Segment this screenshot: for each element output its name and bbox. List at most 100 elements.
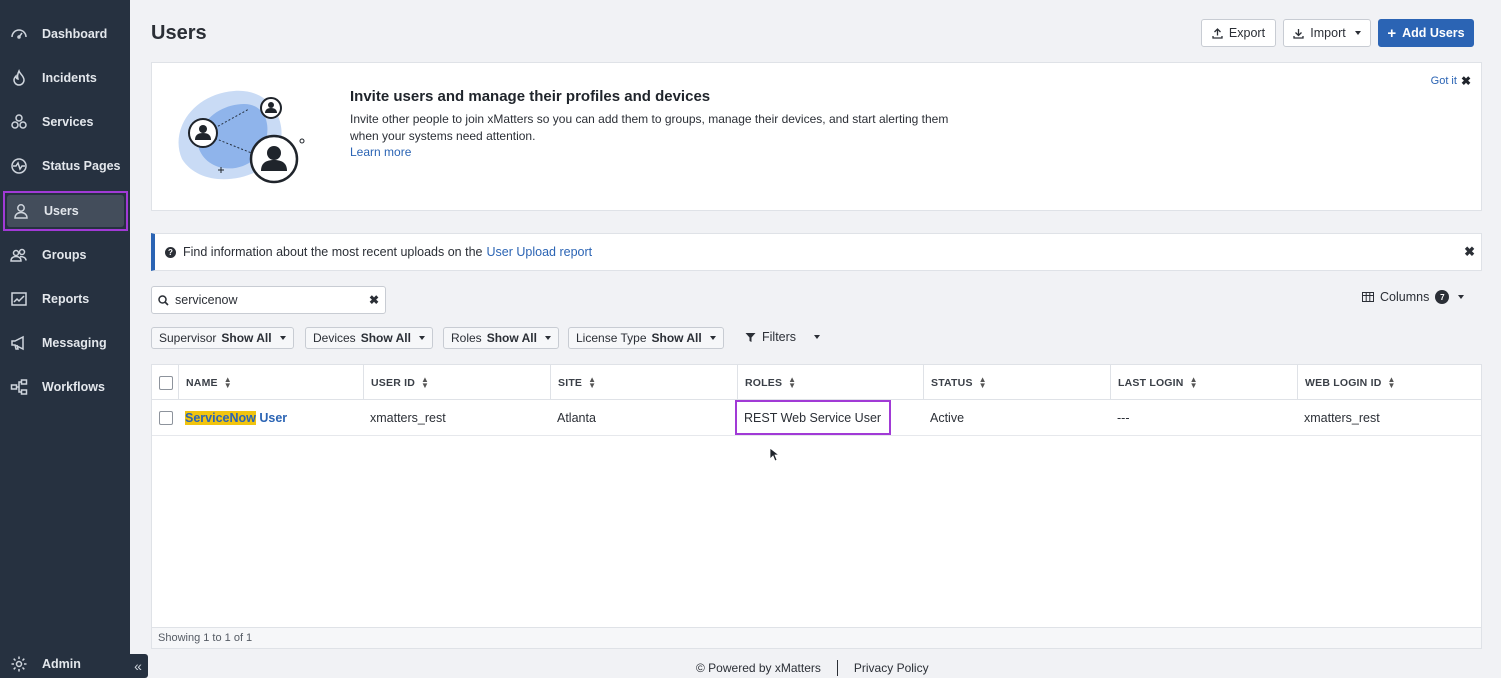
column-header-label: SITE	[558, 376, 583, 389]
sidebar-item-reports[interactable]: Reports	[0, 281, 130, 317]
caret-down-icon	[279, 336, 286, 340]
cell-status: Active	[930, 411, 965, 425]
sidebar-item-status-pages[interactable]: Status Pages	[0, 148, 130, 184]
table-row: ServiceNow User xmatters_rest Atlanta RE…	[152, 400, 1481, 436]
columns-help-icon: 7	[1435, 290, 1450, 304]
column-header-status[interactable]: STATUS ▲ ▼	[923, 365, 1110, 400]
privacy-policy-link[interactable]: Privacy Policy	[854, 661, 929, 675]
column-header-label: ROLES	[745, 376, 783, 389]
upload-icon	[1212, 27, 1223, 39]
collapse-sidebar-button[interactable]: «	[128, 654, 148, 678]
filters-button[interactable]: Filters	[745, 330, 821, 344]
sidebar-item-incidents[interactable]: Incidents	[0, 60, 130, 96]
download-icon	[1293, 28, 1304, 39]
column-header-roles[interactable]: ROLES ▲ ▼	[737, 365, 924, 400]
sidebar-item-dashboard[interactable]: Dashboard	[0, 16, 130, 52]
column-header-last-login[interactable]: LAST LOGIN ▲ ▼	[1110, 365, 1297, 400]
groups-icon	[10, 246, 28, 264]
row-checkbox[interactable]	[159, 411, 173, 425]
filter-label: Supervisor	[159, 331, 217, 345]
filter-value: Show All	[486, 331, 537, 345]
close-icon[interactable]: ✖	[1464, 244, 1475, 260]
plus-icon: +	[1387, 24, 1397, 42]
banner-text: Find information about the most recent u…	[183, 245, 483, 259]
import-label: Import	[1310, 26, 1346, 40]
column-header-label: WEB LOGIN ID	[1305, 376, 1382, 389]
caret-down-icon	[1458, 295, 1465, 299]
filter-license-type[interactable]: License Type Show All	[568, 327, 724, 349]
sort-icon: ▲ ▼	[1387, 374, 1396, 390]
learn-more-link[interactable]: Learn more	[350, 145, 411, 159]
column-header-label: STATUS	[931, 376, 973, 389]
columns-icon	[1362, 292, 1374, 302]
sidebar-item-label: Status Pages	[42, 159, 121, 173]
add-users-button[interactable]: + Add Users	[1378, 19, 1474, 47]
filter-value: Show All	[360, 331, 411, 345]
cell-web-login-id: xmatters_rest	[1304, 411, 1380, 425]
services-icon	[10, 113, 28, 131]
got-it-button[interactable]: Got it ✖	[1431, 74, 1471, 88]
name-highlight: ServiceNow	[185, 411, 256, 425]
sidebar-item-label: Admin	[42, 657, 81, 671]
user-name-link[interactable]: ServiceNow User	[178, 400, 287, 436]
invite-card: Invite users and manage their profiles a…	[151, 62, 1482, 211]
filter-label: Devices	[313, 331, 356, 345]
row-select-cell	[152, 400, 173, 436]
sidebar-item-groups[interactable]: Groups	[0, 237, 130, 273]
filter-supervisor[interactable]: Supervisor Show All	[151, 327, 294, 349]
sort-icon: ▲ ▼	[588, 374, 597, 390]
columns-label: Columns	[1380, 290, 1430, 304]
filter-label: Roles	[451, 331, 482, 345]
filter-roles[interactable]: Roles Show All	[443, 327, 559, 349]
workflow-icon	[10, 378, 28, 396]
question-icon: ?	[165, 246, 176, 258]
caret-down-icon	[814, 335, 821, 339]
columns-button[interactable]: Columns 7	[1362, 290, 1465, 304]
cell-site: Atlanta	[557, 411, 596, 425]
close-icon: ✖	[1460, 74, 1471, 88]
column-header-label: NAME	[186, 376, 218, 389]
user-icon	[12, 202, 30, 220]
sidebar-item-label: Dashboard	[42, 27, 108, 41]
search-input[interactable]	[175, 293, 365, 307]
export-button[interactable]: Export	[1201, 19, 1276, 47]
sidebar: Dashboard Incidents Services Status Page…	[0, 0, 130, 678]
filter-value: Show All	[651, 331, 702, 345]
filter-devices[interactable]: Devices Show All	[305, 327, 433, 349]
column-header-web-login-id[interactable]: WEB LOGIN ID ▲ ▼	[1297, 365, 1483, 400]
sidebar-item-services[interactable]: Services	[0, 104, 130, 140]
column-header-user-id[interactable]: USER ID ▲ ▼	[363, 365, 550, 400]
sidebar-item-users[interactable]: Users	[3, 191, 128, 231]
import-button[interactable]: Import	[1283, 19, 1371, 47]
select-all-checkbox[interactable]	[159, 375, 173, 390]
got-it-label: Got it	[1430, 75, 1457, 87]
sidebar-item-label: Groups	[42, 248, 87, 262]
sidebar-item-messaging[interactable]: Messaging	[0, 325, 130, 361]
users-table: NAME ▲ ▼ USER ID ▲ ▼ SITE ▲ ▼ ROLES ▲ ▼ STATUS ▲ ▼…	[151, 364, 1482, 649]
user-upload-report-link[interactable]: User Upload report	[487, 245, 593, 259]
table-header: NAME ▲ ▼ USER ID ▲ ▼ SITE ▲ ▼ ROLES ▲ ▼ STATUS ▲ ▼…	[152, 365, 1481, 400]
caret-down-icon	[418, 336, 425, 340]
sidebar-item-admin[interactable]: Admin	[0, 646, 130, 678]
invite-illustration	[178, 90, 305, 184]
double-chevron-left-icon: «	[134, 658, 142, 674]
flame-icon	[10, 69, 28, 87]
sort-icon: ▲ ▼	[421, 374, 430, 390]
page-footer: © Powered by xMatters Privacy Policy	[696, 660, 929, 676]
filter-icon	[745, 332, 756, 342]
search-icon	[158, 294, 169, 306]
page-title: Users	[151, 22, 207, 44]
sidebar-item-label: Services	[42, 115, 94, 129]
mouse-cursor-icon	[769, 447, 779, 462]
sidebar-item-label: Workflows	[42, 380, 105, 394]
column-header-site[interactable]: SITE ▲ ▼	[550, 365, 737, 400]
sort-icon: ▲ ▼	[788, 374, 797, 390]
filters-label: Filters	[762, 330, 797, 344]
status-icon	[10, 157, 28, 175]
clear-search-icon[interactable]: ✖	[369, 293, 379, 307]
name-rest: User	[259, 411, 288, 425]
cell-last-login: ---	[1117, 411, 1130, 425]
column-header-name[interactable]: NAME ▲ ▼	[178, 365, 364, 400]
add-users-label: Add Users	[1402, 26, 1465, 40]
sidebar-item-workflows[interactable]: Workflows	[0, 369, 130, 405]
